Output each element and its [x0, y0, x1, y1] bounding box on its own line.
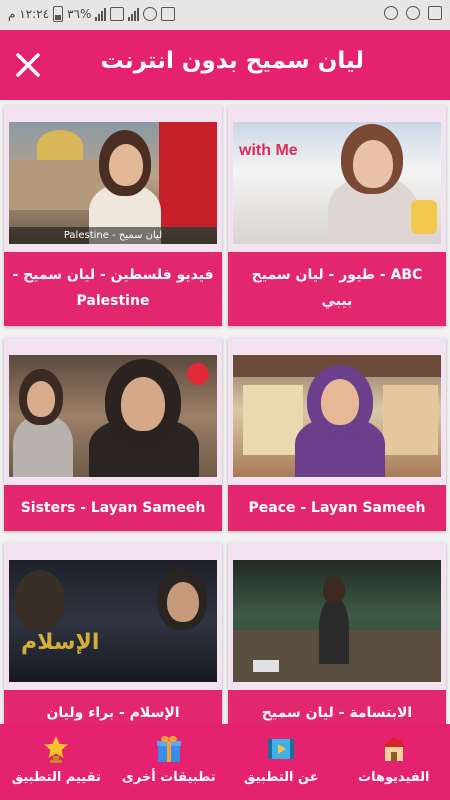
video-title: Peace - Layan Sameeh: [248, 500, 426, 516]
battery-icon: [53, 6, 64, 22]
status-bar: ١٢:٢٤ م ٣٦%: [0, 0, 450, 30]
nav-label: تقييم التطبيق: [11, 770, 101, 785]
nav-rate-app[interactable]: تقييم التطبيق: [0, 724, 113, 800]
close-button[interactable]: [10, 47, 46, 83]
thumbnail-text: with Me: [239, 142, 298, 159]
gift-icon: [154, 734, 184, 764]
nav-label: تطبيقات أخرى: [121, 770, 216, 785]
video-card[interactable]: Peace - Layan Sameeh: [228, 338, 446, 531]
nav-other-apps[interactable]: تطبيقات أخرى: [113, 724, 226, 800]
house-icon: [379, 734, 409, 764]
thumbnail-frame: [228, 338, 446, 485]
wifi-icon: [143, 7, 158, 21]
mobile-data-icon: [110, 7, 125, 21]
thumbnail-frame: [228, 543, 446, 690]
nav-videos[interactable]: الفيديوهات: [338, 724, 450, 800]
video-card[interactable]: Sisters - Layan Sameeh: [4, 338, 222, 531]
clock: ١٢:٢٤ م: [8, 7, 50, 21]
nav-label: عن التطبيق: [243, 770, 319, 785]
close-icon: [16, 53, 40, 77]
thumbnail-frame: with Me: [228, 105, 446, 252]
battery-percent: ٣٦%: [67, 7, 92, 21]
video-title: ABC - طيور - ليان سميح بيبي: [251, 267, 423, 309]
video-title: الإسلام - براء وليان: [46, 705, 180, 721]
video-card[interactable]: الابتسامة - ليان سميح: [228, 543, 446, 724]
video-grid: with Me ABC - طيور - ليان سميح بيبي Pale…: [0, 100, 450, 724]
thumbnail-text: الإسلام: [21, 630, 100, 655]
notification-icon: [406, 6, 420, 20]
video-thumbnail: [9, 355, 217, 477]
status-right: [384, 6, 442, 20]
bottom-nav: الفيديوهات عن التطبيق تطبيقات أخرى تقييم…: [0, 724, 450, 800]
signal-icon-2: [128, 7, 140, 21]
video-title: الابتسامة - ليان سميح: [261, 705, 413, 721]
page-title: ليان سميح بدون انترنت: [100, 48, 364, 74]
status-left: ١٢:٢٤ م ٣٦%: [8, 6, 176, 22]
video-title: Sisters - Layan Sameeh: [20, 500, 206, 516]
video-thumbnail: الإسلام: [9, 560, 217, 682]
video-thumbnail: [233, 355, 441, 477]
star-trophy-icon: [41, 734, 71, 764]
thumbnail-text: Palestine - ليان سميح: [9, 227, 217, 244]
video-card[interactable]: Palestine - ليان سميح فيديو فلسطين - ليا…: [4, 105, 222, 326]
image-icon: [428, 6, 442, 20]
video-thumbnail: with Me: [233, 122, 441, 244]
video-title: فيديو فلسطين - ليان سميح - Palestine: [12, 267, 214, 309]
film-icon: [266, 734, 296, 764]
sync-icon: [384, 6, 398, 20]
app-bar: ليان سميح بدون انترنت: [0, 30, 450, 100]
video-thumbnail: [233, 560, 441, 682]
mute-icon: [161, 7, 176, 21]
video-card[interactable]: with Me ABC - طيور - ليان سميح بيبي: [228, 105, 446, 326]
signal-icon: [95, 7, 107, 21]
thumbnail-frame: [4, 338, 222, 485]
nav-label: الفيديوهات: [358, 770, 430, 785]
thumbnail-frame: الإسلام: [4, 543, 222, 690]
thumbnail-frame: Palestine - ليان سميح: [4, 105, 222, 252]
video-card[interactable]: الإسلام الإسلام - براء وليان: [4, 543, 222, 724]
video-thumbnail: Palestine - ليان سميح: [9, 122, 217, 244]
nav-about[interactable]: عن التطبيق: [225, 724, 338, 800]
